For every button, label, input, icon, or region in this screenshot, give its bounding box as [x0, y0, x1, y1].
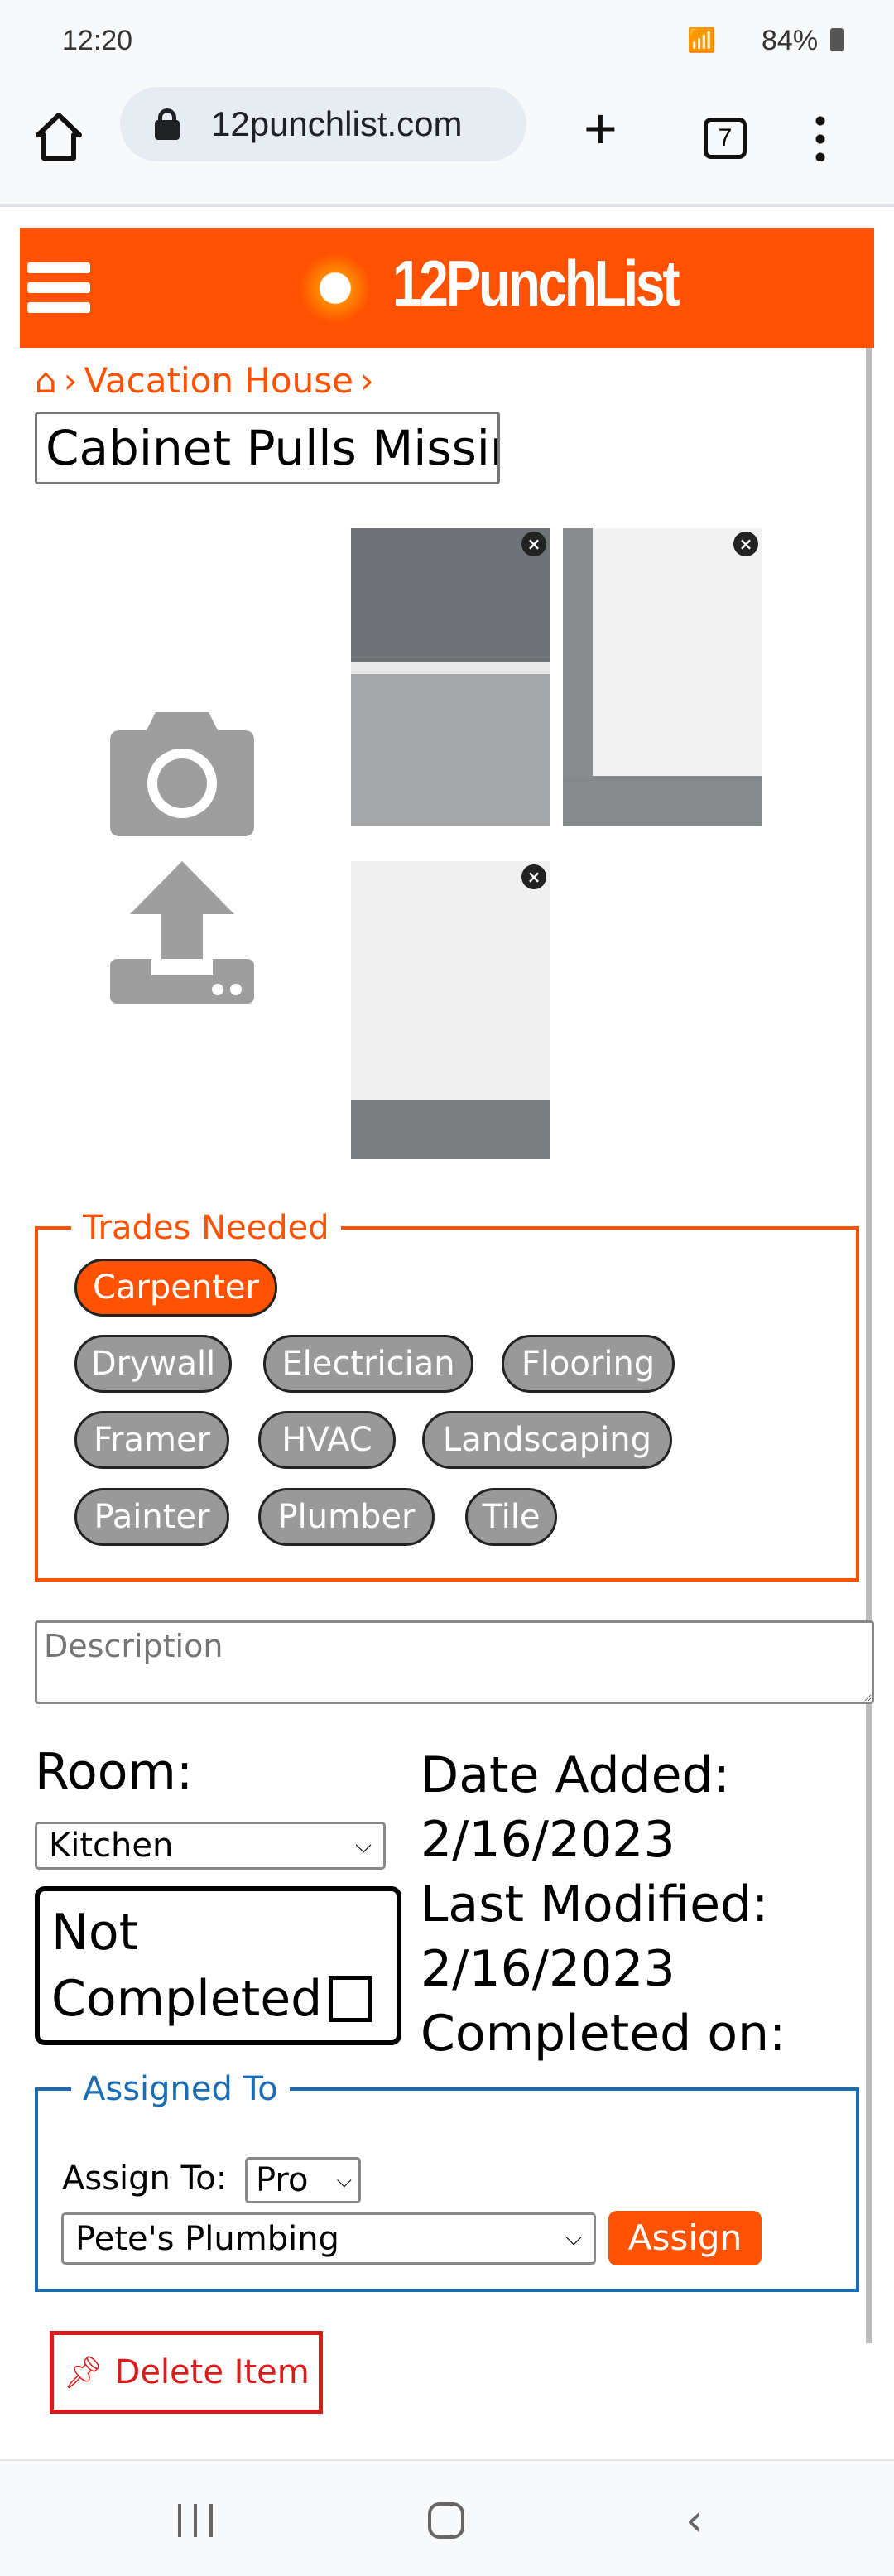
chevron-right-icon: › — [359, 360, 374, 401]
trade-electrician[interactable]: Electrician — [263, 1335, 473, 1393]
remove-photo-icon[interactable]: × — [522, 532, 546, 556]
assignee-value: Pete's Plumbing — [75, 2219, 339, 2258]
remove-photo-icon[interactable]: × — [522, 864, 546, 889]
trade-painter[interactable]: Painter — [74, 1488, 229, 1546]
completion-toggle[interactable]: Not Completed — [35, 1886, 401, 2045]
thumbtack-icon: 📌︎ — [63, 2353, 103, 2391]
android-nav-bar: ‹ — [0, 2459, 894, 2576]
wifi-signal-icon: 📶 — [687, 27, 716, 53]
lock-icon — [155, 108, 180, 140]
room-value: Kitchen — [49, 1827, 174, 1865]
delete-item-label: Delete Item — [114, 2353, 310, 2391]
date-added-label: Date Added: — [421, 1746, 730, 1804]
chevron-down-icon: ⌵ — [355, 1832, 372, 1858]
completion-status-line1: Not — [51, 1904, 139, 1962]
photo-thumbnail[interactable]: × — [351, 528, 550, 826]
home-breadcrumb-icon[interactable]: ⌂ — [35, 360, 57, 401]
battery-level: 84% — [762, 25, 819, 56]
trade-flooring[interactable]: Flooring — [502, 1335, 675, 1393]
delete-item-button[interactable]: 📌︎ Delete Item — [50, 2331, 323, 2414]
trade-plumber[interactable]: Plumber — [258, 1488, 435, 1546]
battery-icon — [830, 28, 844, 51]
home-nav-icon[interactable] — [428, 2502, 464, 2539]
browser-toolbar: 12punchlist.com + 7 — [0, 62, 894, 207]
chevron-down-icon: ⌵ — [336, 2169, 352, 2192]
completed-on-label: Completed on: — [421, 2005, 786, 2063]
trade-tile[interactable]: Tile — [465, 1488, 557, 1546]
url-text: 12punchlist.com — [211, 104, 463, 143]
site-header: 12PunchList — [20, 228, 874, 348]
item-title-input[interactable]: Cabinet Pulls Missing — [35, 412, 500, 484]
breadcrumb: ⌂ › Vacation House › — [35, 360, 374, 401]
photo-thumbnail[interactable]: × — [563, 528, 762, 826]
trades-legend: Trades Needed — [83, 1209, 329, 1247]
trade-framer[interactable]: Framer — [74, 1411, 229, 1469]
breadcrumb-vacation-house[interactable]: Vacation House — [84, 360, 353, 401]
completed-checkbox[interactable] — [329, 1976, 372, 2022]
more-options-icon[interactable] — [815, 112, 825, 161]
assign-button[interactable]: Assign — [608, 2211, 762, 2265]
hamburger-menu-icon[interactable] — [20, 228, 103, 348]
last-modified-value: 2/16/2023 — [421, 1940, 675, 1998]
back-icon[interactable]: ‹ — [685, 2494, 704, 2546]
photo-thumbnail[interactable]: × — [351, 861, 550, 1159]
trade-landscaping[interactable]: Landscaping — [422, 1411, 672, 1469]
clock: 12:20 — [62, 25, 133, 56]
address-bar[interactable]: 12punchlist.com — [120, 87, 526, 161]
remove-photo-icon[interactable]: × — [733, 532, 758, 556]
assigned-legend: Assigned To — [83, 2070, 278, 2108]
assignee-type-select[interactable]: Pro ⌵ — [245, 2157, 361, 2203]
assign-to-label: Assign To: — [62, 2160, 228, 2198]
description-input[interactable] — [35, 1620, 874, 1704]
camera-icon[interactable] — [110, 712, 254, 836]
home-icon[interactable] — [35, 112, 83, 161]
brand-logo-icon — [300, 253, 371, 324]
date-added-value: 2/16/2023 — [421, 1811, 675, 1869]
room-label: Room: — [35, 1743, 194, 1801]
trade-carpenter[interactable]: Carpenter — [74, 1259, 277, 1317]
room-select[interactable]: Kitchen ⌵ — [35, 1822, 386, 1870]
assignee-select[interactable]: Pete's Plumbing ⌵ — [61, 2212, 596, 2265]
last-modified-label: Last Modified: — [421, 1875, 769, 1933]
brand-name[interactable]: 12PunchList — [392, 246, 680, 321]
chevron-right-icon: › — [63, 360, 78, 401]
upload-icon[interactable] — [110, 861, 254, 1004]
completion-status-line2: Completed — [51, 1970, 323, 2028]
tab-count-button[interactable]: 7 — [704, 118, 747, 159]
trade-drywall[interactable]: Drywall — [74, 1335, 232, 1393]
assignee-type-value: Pro — [256, 2161, 309, 2199]
chevron-down-icon: ⌵ — [565, 2226, 582, 2251]
new-tab-icon[interactable]: + — [584, 95, 618, 161]
scrollbar[interactable] — [866, 348, 872, 2343]
dates-panel: Date Added: 2/16/2023 Last Modified: 2/1… — [421, 1743, 786, 2066]
status-bar: 12:20 📶 84% — [0, 0, 894, 62]
trade-hvac[interactable]: HVAC — [258, 1411, 396, 1469]
recent-apps-icon[interactable] — [178, 2504, 216, 2537]
